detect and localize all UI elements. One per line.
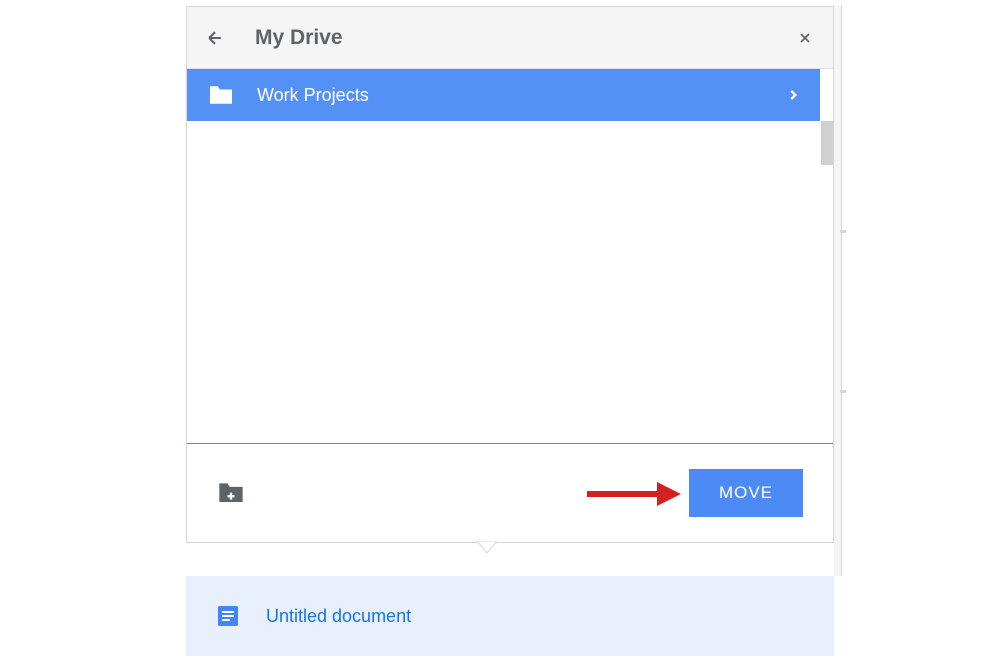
close-button[interactable]: [793, 26, 817, 50]
dialog-caret-icon: [477, 541, 497, 553]
new-folder-button[interactable]: [217, 481, 245, 505]
dialog-title: My Drive: [255, 26, 793, 50]
google-doc-icon: [216, 604, 240, 628]
right-strip: [834, 6, 842, 576]
right-notch: [840, 230, 846, 233]
folder-name: Work Projects: [257, 85, 786, 106]
document-name: Untitled document: [266, 606, 411, 627]
dialog-footer: MOVE: [187, 444, 833, 542]
close-icon: [797, 30, 813, 46]
new-folder-icon: [217, 481, 245, 504]
arrow-left-icon: [205, 28, 225, 48]
dialog-header: My Drive: [187, 7, 833, 69]
folder-icon: [207, 84, 235, 106]
arrow-annotation-icon: [587, 482, 681, 506]
document-row[interactable]: Untitled document: [186, 576, 834, 656]
move-dialog: My Drive Work Projects: [186, 6, 834, 543]
back-button[interactable]: [203, 26, 227, 50]
folder-item[interactable]: Work Projects: [187, 69, 820, 121]
chevron-right-icon: [786, 84, 800, 106]
scrollbar-thumb[interactable]: [821, 121, 833, 165]
right-notch: [840, 390, 846, 393]
move-button[interactable]: MOVE: [689, 469, 803, 517]
folder-list: Work Projects: [187, 69, 833, 444]
